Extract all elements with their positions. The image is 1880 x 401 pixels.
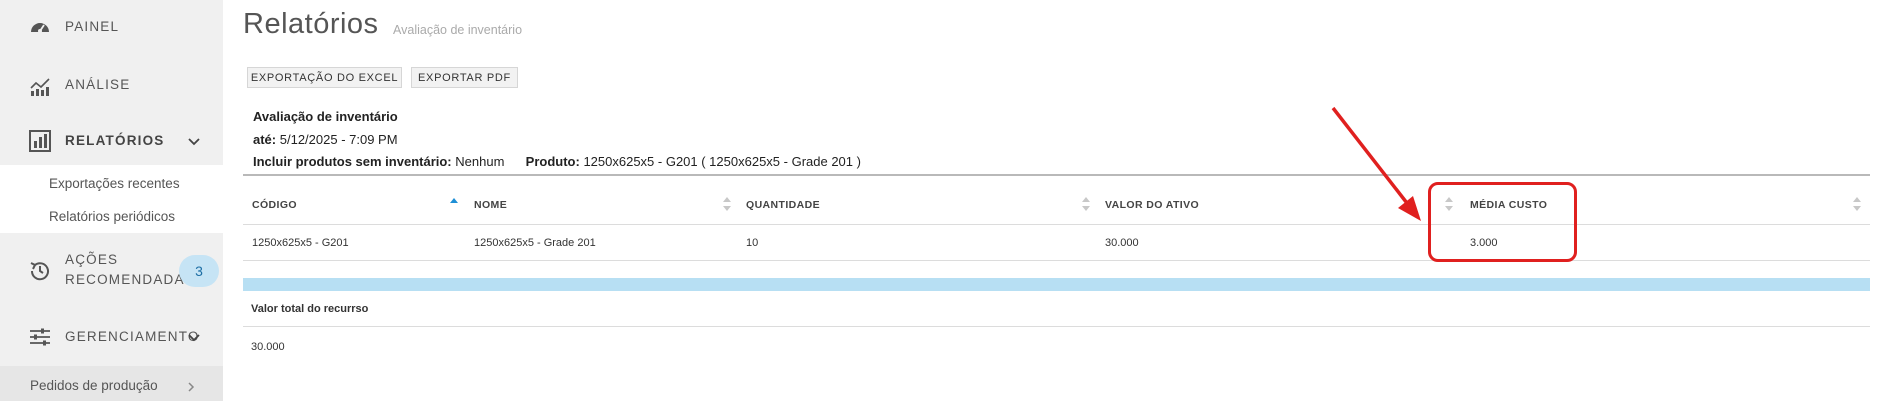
sort-icon[interactable] xyxy=(1082,196,1090,212)
analytics-chart-icon xyxy=(30,78,50,96)
app-root: PAINEL ANÁLISE RELATÓRIOS Exportações re… xyxy=(0,0,1880,401)
report-filters: Incluir produtos sem inventário: Nenhum … xyxy=(253,154,861,169)
chevron-down-icon xyxy=(188,334,200,342)
include-label: Incluir produtos sem inventário: xyxy=(253,154,452,169)
divider xyxy=(243,174,1870,176)
divider xyxy=(243,260,1870,261)
page-title: Relatórios xyxy=(243,8,379,40)
include-value: Nenhum xyxy=(455,154,505,169)
report-name: Avaliação de inventário xyxy=(253,109,398,124)
sidebar-item-analise[interactable]: ANÁLISE xyxy=(0,70,223,100)
divider xyxy=(243,224,1870,225)
chevron-right-icon xyxy=(188,382,195,392)
export-excel-button[interactable]: EXPORTAÇÃO DO EXCEL xyxy=(247,67,402,88)
chevron-down-icon xyxy=(188,138,200,146)
sidebar-item-label: GERENCIAMENTO xyxy=(65,329,200,344)
cell-nome: 1250x625x5 - Grade 201 xyxy=(474,237,596,249)
sort-asc-icon[interactable] xyxy=(450,196,458,212)
dashboard-gauge-icon xyxy=(31,23,49,33)
totals-band xyxy=(243,278,1870,291)
column-header-valor-ativo[interactable]: VALOR DO ATIVO xyxy=(1105,199,1199,211)
sidebar-item-painel[interactable]: PAINEL xyxy=(0,12,223,42)
sidebar-item-relatorios[interactable]: RELATÓRIOS xyxy=(0,126,223,156)
sidebar-item-label: PAINEL xyxy=(65,19,120,34)
report-until-value: 5/12/2025 - 7:09 PM xyxy=(279,132,398,147)
sidebar-item-label-line1: AÇÕES xyxy=(65,252,119,267)
total-label: Valor total do recurrso xyxy=(251,303,369,315)
product-label: Produto: xyxy=(525,154,580,169)
cell-valor-ativo: 30.000 xyxy=(1105,237,1139,249)
history-clock-icon xyxy=(30,262,49,281)
product-value: 1250x625x5 - G201 ( 1250x625x5 - Grade 2… xyxy=(583,154,861,169)
page-subtitle: Avaliação de inventário xyxy=(393,23,523,37)
cell-quantidade: 10 xyxy=(746,237,759,249)
sidebar: PAINEL ANÁLISE RELATÓRIOS Exportações re… xyxy=(0,0,223,401)
sidebar-subitem-exportacoes[interactable]: Exportações recentes xyxy=(49,176,180,191)
sliders-icon xyxy=(30,328,50,346)
sidebar-item-label: RELATÓRIOS xyxy=(65,133,165,148)
recommended-count-badge: 3 xyxy=(179,255,219,287)
sort-icon[interactable] xyxy=(1853,196,1861,212)
column-header-codigo[interactable]: CÓDIGO xyxy=(252,199,297,211)
total-value: 30.000 xyxy=(251,341,285,353)
sidebar-subitem-periodicos[interactable]: Relatórios periódicos xyxy=(49,209,175,224)
report-until-label: até: xyxy=(253,132,277,147)
sidebar-item-label: Pedidos de produção xyxy=(30,378,158,393)
column-header-quantidade[interactable]: QUANTIDADE xyxy=(746,199,820,211)
sidebar-item-label: ANÁLISE xyxy=(65,77,131,92)
sidebar-item-label-line2: RECOMENDADAS xyxy=(65,272,195,287)
export-pdf-button[interactable]: EXPORTAR PDF xyxy=(411,67,518,88)
reports-bar-icon xyxy=(29,130,51,152)
highlight-box xyxy=(1428,182,1577,262)
sort-icon[interactable] xyxy=(723,196,731,212)
column-header-nome[interactable]: NOME xyxy=(474,199,507,211)
sidebar-item-pedidos[interactable]: Pedidos de produção xyxy=(0,366,223,401)
report-until: até: 5/12/2025 - 7:09 PM xyxy=(253,132,398,147)
divider xyxy=(243,326,1870,327)
sidebar-item-gerenciamento[interactable]: GERENCIAMENTO xyxy=(0,322,223,352)
cell-codigo: 1250x625x5 - G201 xyxy=(252,237,349,249)
